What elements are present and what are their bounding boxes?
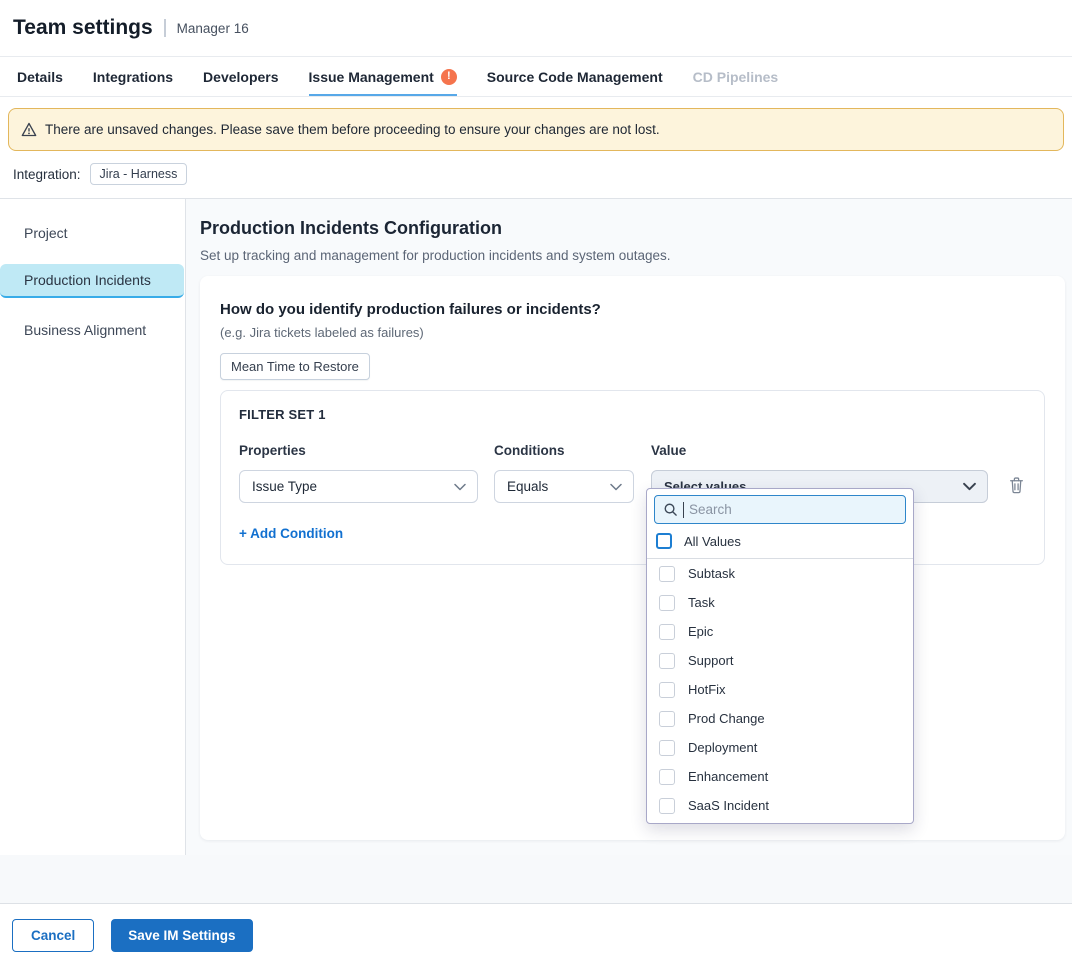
- tab-issue-management[interactable]: Issue Management !: [309, 57, 457, 96]
- column-label-properties: Properties: [239, 443, 494, 458]
- dropdown-option-saas-incident[interactable]: SaaS Incident: [647, 791, 913, 820]
- sidebar-item-label: Production Incidents: [24, 272, 151, 288]
- settings-sidebar: Project Production Incidents Business Al…: [0, 199, 186, 855]
- option-label: Support: [688, 653, 734, 668]
- property-select-value: Issue Type: [252, 479, 317, 494]
- integration-chip[interactable]: Jira - Harness: [90, 163, 188, 185]
- tab-label: CD Pipelines: [693, 69, 779, 85]
- tab-bar: Details Integrations Developers Issue Ma…: [0, 56, 1072, 97]
- checkbox[interactable]: [659, 595, 675, 611]
- option-label: Epic: [688, 624, 713, 639]
- column-label-value: Value: [651, 443, 988, 458]
- dropdown-option-task[interactable]: Task: [647, 588, 913, 617]
- sidebar-item-label: Project: [24, 225, 68, 241]
- dropdown-option-subtask[interactable]: Subtask: [647, 559, 913, 588]
- search-icon: [663, 502, 678, 517]
- dropdown-option-epic[interactable]: Epic: [647, 617, 913, 646]
- integration-bar: Integration: Jira - Harness: [0, 151, 1072, 198]
- incidents-config-card: How do you identify production failures …: [200, 276, 1065, 840]
- add-condition-button[interactable]: + Add Condition: [239, 526, 343, 541]
- option-label: Task: [688, 595, 715, 610]
- cancel-button[interactable]: Cancel: [12, 919, 94, 952]
- filter-set-title: FILTER SET 1: [239, 407, 1026, 422]
- chevron-down-icon: [610, 483, 622, 491]
- property-select[interactable]: Issue Type: [239, 470, 478, 503]
- text-cursor: [683, 502, 684, 518]
- tab-cd-pipelines: CD Pipelines: [693, 57, 779, 96]
- chevron-down-icon: [963, 482, 976, 491]
- checkbox[interactable]: [659, 566, 675, 582]
- option-label: Enhancement: [688, 769, 768, 784]
- main-panel: Production Incidents Configuration Set u…: [186, 199, 1072, 855]
- value-dropdown-panel: All Values Subtask Task Epic Support Hot…: [646, 488, 914, 824]
- tab-label: Source Code Management: [487, 69, 663, 85]
- checkbox[interactable]: [659, 653, 675, 669]
- title-divider: [164, 19, 166, 37]
- checkbox[interactable]: [659, 624, 675, 640]
- chevron-down-icon: [454, 483, 466, 491]
- tab-label: Issue Management: [309, 69, 434, 85]
- question-heading: How do you identify production failures …: [220, 301, 1045, 318]
- checkbox[interactable]: [659, 740, 675, 756]
- tab-label: Integrations: [93, 69, 173, 85]
- section-title: Production Incidents Configuration: [200, 218, 1065, 239]
- warning-triangle-icon: [21, 122, 37, 137]
- select-all-label: All Values: [684, 534, 741, 549]
- save-im-settings-button[interactable]: Save IM Settings: [111, 919, 252, 952]
- metric-chip-mean-time-to-restore[interactable]: Mean Time to Restore: [220, 353, 370, 380]
- tab-label: Developers: [203, 69, 278, 85]
- dropdown-search[interactable]: [654, 495, 906, 524]
- dropdown-option-customer-notification[interactable]: Customer Notification: [647, 820, 913, 824]
- dropdown-option-prod-change[interactable]: Prod Change: [647, 704, 913, 733]
- sidebar-item-project[interactable]: Project: [0, 213, 185, 253]
- option-label: Subtask: [688, 566, 735, 581]
- sidebar-item-label: Business Alignment: [24, 322, 146, 338]
- option-label: Prod Change: [688, 711, 765, 726]
- tab-developers[interactable]: Developers: [203, 57, 278, 96]
- question-hint: (e.g. Jira tickets labeled as failures): [220, 325, 1045, 340]
- page-header: Team settings Manager 16: [0, 0, 1072, 56]
- checkbox[interactable]: [659, 769, 675, 785]
- dropdown-option-enhancement[interactable]: Enhancement: [647, 762, 913, 791]
- sidebar-item-business-alignment[interactable]: Business Alignment: [0, 310, 185, 350]
- option-label: Deployment: [688, 740, 757, 755]
- condition-select[interactable]: Equals: [494, 470, 634, 503]
- filter-columns-row: Properties Conditions Value: [239, 443, 1026, 458]
- trash-icon: [1009, 477, 1024, 494]
- unsaved-changes-badge-icon: !: [441, 69, 457, 85]
- filter-set-1: FILTER SET 1 Properties Conditions Value…: [220, 390, 1045, 565]
- page-title: Team settings: [13, 16, 153, 40]
- tab-integrations[interactable]: Integrations: [93, 57, 173, 96]
- dropdown-option-support[interactable]: Support: [647, 646, 913, 675]
- bottom-strip: [0, 855, 1072, 903]
- delete-condition-button[interactable]: [1007, 475, 1026, 496]
- banner-text: There are unsaved changes. Please save t…: [45, 122, 660, 137]
- column-label-conditions: Conditions: [494, 443, 651, 458]
- search-input[interactable]: [689, 502, 897, 517]
- tab-source-code-management[interactable]: Source Code Management: [487, 57, 663, 96]
- section-subtitle: Set up tracking and management for produ…: [200, 248, 1065, 263]
- checkbox[interactable]: [659, 798, 675, 814]
- condition-select-value: Equals: [507, 479, 548, 494]
- integration-label: Integration:: [13, 167, 81, 182]
- team-name-label: Manager 16: [177, 21, 249, 36]
- dropdown-option-deployment[interactable]: Deployment: [647, 733, 913, 762]
- sidebar-item-production-incidents[interactable]: Production Incidents: [0, 264, 184, 298]
- page-root: Team settings Manager 16 Details Integra…: [0, 0, 1072, 956]
- checkbox[interactable]: [659, 682, 675, 698]
- checkbox[interactable]: [659, 711, 675, 727]
- select-all-option[interactable]: All Values: [647, 528, 913, 554]
- option-label: SaaS Incident: [688, 798, 769, 813]
- tab-label: Details: [17, 69, 63, 85]
- footer-actions: Cancel Save IM Settings: [0, 904, 1072, 956]
- option-label: HotFix: [688, 682, 726, 697]
- unsaved-changes-banner: There are unsaved changes. Please save t…: [8, 108, 1064, 151]
- checkbox-all-values[interactable]: [656, 533, 672, 549]
- dropdown-option-hotfix[interactable]: HotFix: [647, 675, 913, 704]
- tab-details[interactable]: Details: [17, 57, 63, 96]
